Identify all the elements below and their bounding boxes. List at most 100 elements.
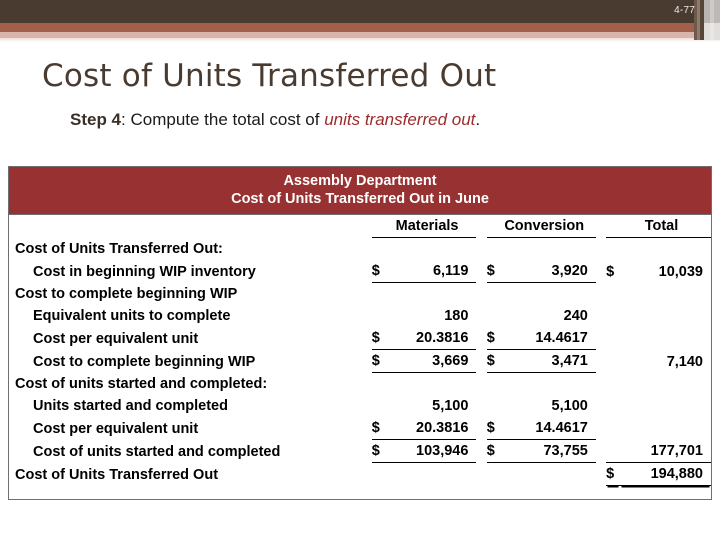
row-conversion-dollar bbox=[487, 283, 501, 306]
row-label: Equivalent units to complete bbox=[33, 308, 231, 324]
slide-subtitle: Step 4: Compute the total cost of units … bbox=[70, 110, 480, 130]
spacer-cell bbox=[362, 327, 372, 350]
row-conversion-dollar: $ bbox=[486, 417, 501, 440]
column-header-total: Total bbox=[619, 215, 711, 238]
row-conversion-value: 14.4617 bbox=[500, 417, 596, 440]
spacer-cell bbox=[596, 350, 606, 373]
row-materials-dollar bbox=[372, 238, 386, 261]
row-total-dollar bbox=[606, 439, 620, 463]
row-total-value bbox=[620, 238, 711, 261]
spacer-cell bbox=[362, 260, 372, 283]
spacer-cell-c bbox=[596, 215, 606, 238]
slide-top-banner bbox=[0, 0, 720, 42]
spacer-cell bbox=[476, 260, 486, 283]
column-header-blank bbox=[9, 215, 362, 238]
spacer-cell bbox=[596, 260, 606, 283]
banner-band-dark bbox=[0, 0, 720, 23]
table-grid: Materials Conversion Total Cost of Units… bbox=[9, 215, 711, 486]
row-conversion-dollar: $ bbox=[486, 439, 501, 463]
table-row: Cost to complete beginning WIP bbox=[9, 283, 711, 306]
row-conversion-dollar bbox=[487, 238, 501, 261]
row-total-dollar bbox=[606, 283, 620, 306]
row-conversion-value: 240 bbox=[563, 308, 588, 324]
spacer-cell bbox=[476, 305, 486, 327]
table-title-line-2: Cost of Units Transferred Out in June bbox=[231, 191, 489, 207]
spacer-cell bbox=[476, 283, 486, 306]
spacer-cell bbox=[362, 440, 372, 463]
spacer-cell bbox=[362, 463, 372, 486]
row-materials-dollar: $ bbox=[371, 327, 386, 350]
row-materials-dollar: $ bbox=[371, 439, 386, 463]
materials-header-dollar-pad bbox=[371, 215, 386, 238]
row-conversion-value bbox=[501, 463, 596, 486]
table-row: Cost of units started and completed $ 10… bbox=[9, 439, 711, 463]
spacer-cell bbox=[596, 305, 606, 327]
spacer-cell bbox=[596, 238, 606, 261]
subtitle-emphasis-text: units transferred out bbox=[324, 110, 476, 129]
row-conversion-dollar bbox=[487, 395, 501, 417]
row-label: Cost of Units Transferred Out: bbox=[15, 241, 223, 257]
row-conversion-value bbox=[501, 373, 596, 396]
row-total-dollar bbox=[606, 238, 620, 261]
spacer-cell bbox=[596, 463, 606, 486]
spacer-cell bbox=[476, 373, 486, 396]
row-conversion-value bbox=[501, 238, 596, 261]
row-conversion-value: 5,100 bbox=[551, 398, 588, 414]
row-conversion-value: 73,755 bbox=[500, 439, 596, 463]
row-label: Cost of units started and completed: bbox=[15, 376, 268, 392]
row-materials-dollar: $ bbox=[371, 260, 386, 283]
row-conversion-value: 3,920 bbox=[500, 260, 596, 283]
table-row: Cost in beginning WIP inventory $ 6,119 … bbox=[9, 260, 711, 283]
row-conversion-dollar bbox=[487, 373, 501, 396]
row-materials-dollar bbox=[372, 305, 386, 327]
row-label: Cost to complete beginning WIP bbox=[33, 353, 256, 370]
row-conversion-value: 14.4617 bbox=[500, 327, 596, 350]
row-materials-dollar bbox=[372, 463, 386, 486]
row-materials-value: 3,669 bbox=[385, 349, 477, 373]
row-materials-value bbox=[386, 373, 477, 396]
row-materials-value: 20.3816 bbox=[385, 417, 477, 440]
table-row: Cost of Units Transferred Out: bbox=[9, 238, 711, 261]
row-total-dollar: $ bbox=[606, 263, 615, 280]
table-row: Cost per equivalent unit $ 20.3816 $ 14.… bbox=[9, 327, 711, 350]
row-materials-value: 5,100 bbox=[432, 398, 469, 414]
table-row: Equivalent units to complete 180 240 bbox=[9, 305, 711, 327]
table-row: Cost of units started and completed: bbox=[9, 373, 711, 396]
table-row: Cost of Units Transferred Out $ 194,880 bbox=[9, 462, 711, 486]
spacer-cell bbox=[362, 373, 372, 396]
row-total-value bbox=[620, 305, 711, 327]
row-total-value: 194,880 bbox=[619, 462, 711, 486]
table-title-bar: Assembly Department Cost of Units Transf… bbox=[9, 167, 711, 215]
spacer-cell-a bbox=[362, 215, 372, 238]
row-total-value: 177,701 bbox=[619, 439, 711, 463]
table-row: Cost per equivalent unit $ 20.3816 $ 14.… bbox=[9, 417, 711, 440]
table-row: Cost to complete beginning WIP $ 3,669 $… bbox=[9, 349, 711, 373]
row-conversion-value: 3,471 bbox=[500, 349, 596, 373]
table-row: Units started and completed 5,100 5,100 bbox=[9, 395, 711, 417]
column-header-materials: Materials bbox=[385, 215, 477, 238]
row-materials-dollar bbox=[372, 283, 386, 306]
row-materials-dollar: $ bbox=[371, 417, 386, 440]
spacer-cell bbox=[476, 238, 486, 261]
row-materials-value bbox=[386, 463, 477, 486]
row-conversion-dollar: $ bbox=[486, 260, 501, 283]
subtitle-step-label: Step 4 bbox=[70, 110, 122, 129]
table-title-line-1: Assembly Department bbox=[283, 173, 437, 189]
spacer-cell bbox=[476, 440, 486, 463]
row-materials-value: 103,946 bbox=[385, 439, 477, 463]
row-label: Cost of units started and completed bbox=[33, 443, 281, 460]
total-header-dollar-pad bbox=[606, 215, 620, 238]
row-total-dollar bbox=[606, 305, 620, 327]
row-total-dollar bbox=[606, 395, 620, 417]
spacer-cell bbox=[362, 238, 372, 261]
spacer-cell bbox=[596, 283, 606, 306]
row-total-value bbox=[620, 283, 711, 306]
row-materials-value: 180 bbox=[444, 308, 469, 324]
row-label: Cost of Units Transferred Out bbox=[15, 466, 219, 483]
spacer-cell bbox=[596, 417, 606, 440]
row-materials-value: 6,119 bbox=[385, 260, 477, 283]
row-materials-dollar: $ bbox=[371, 349, 386, 373]
row-label: Cost to complete beginning WIP bbox=[15, 286, 238, 302]
spacer-cell bbox=[362, 395, 372, 417]
banner-band-fade bbox=[0, 38, 720, 42]
